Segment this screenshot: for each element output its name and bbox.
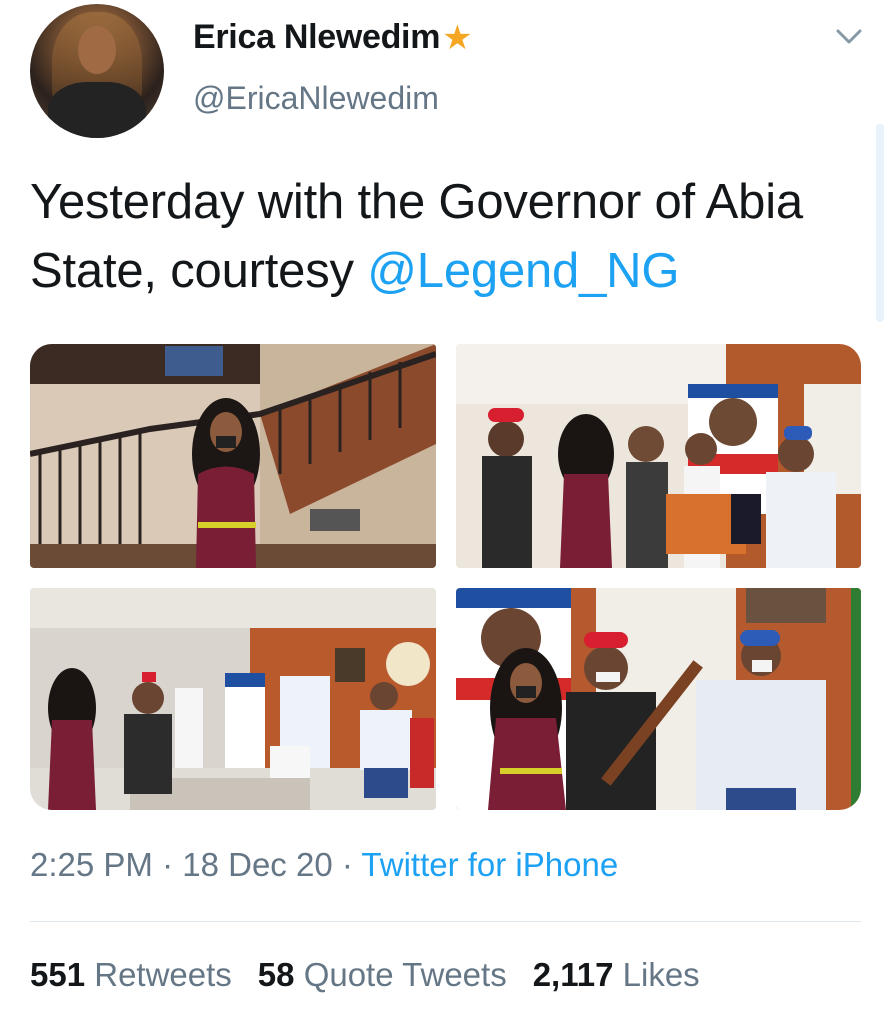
likes-stat[interactable]: 2,117 Likes (533, 956, 700, 993)
tweet-date[interactable]: 18 Dec 20 (182, 846, 332, 883)
avatar-coat (48, 82, 146, 138)
meta-separator: · (332, 846, 362, 883)
mention-link[interactable]: @Legend_NG (367, 244, 679, 298)
tweet-stats: 551 Retweets 58 Quote Tweets 2,117 Likes (30, 956, 726, 994)
author-display-name[interactable]: Erica Nlewedim (193, 18, 440, 57)
quote-tweets-count: 58 (257, 956, 295, 993)
photo-office[interactable] (30, 588, 436, 810)
author-handle[interactable]: @EricaNlewedim (193, 80, 439, 117)
scrollbar[interactable] (876, 124, 884, 322)
photo-staff-handover[interactable] (456, 588, 861, 810)
likes-label: Likes (622, 956, 700, 993)
quote-tweets-stat[interactable]: 58 Quote Tweets (258, 956, 507, 993)
avatar-face (78, 26, 116, 74)
retweets-label: Retweets (94, 956, 232, 993)
chevron-down-icon[interactable] (832, 22, 866, 52)
photo-presentation[interactable] (456, 344, 861, 568)
retweets-stat[interactable]: 551 Retweets (30, 956, 232, 993)
retweets-count: 551 (30, 956, 86, 993)
tweet-meta: 2:25 PM · 18 Dec 20 · Twitter for iPhone (30, 846, 618, 884)
star-icon: ★ (442, 18, 473, 57)
photo-staircase[interactable] (30, 344, 436, 568)
tweet-time[interactable]: 2:25 PM (30, 846, 153, 883)
divider (30, 921, 861, 922)
meta-separator: · (152, 846, 183, 883)
author-name[interactable]: Erica Nlewedim ★ (193, 18, 473, 57)
likes-count: 2,117 (532, 956, 614, 993)
tweet-text: Yesterday with the Governor of Abia Stat… (30, 168, 870, 306)
tweet-detail: Erica Nlewedim ★ @EricaNlewedim Yesterda… (0, 0, 891, 1024)
tweet-source[interactable]: Twitter for iPhone (361, 846, 618, 883)
quote-tweets-label: Quote Tweets (303, 956, 507, 993)
avatar[interactable] (30, 4, 164, 138)
